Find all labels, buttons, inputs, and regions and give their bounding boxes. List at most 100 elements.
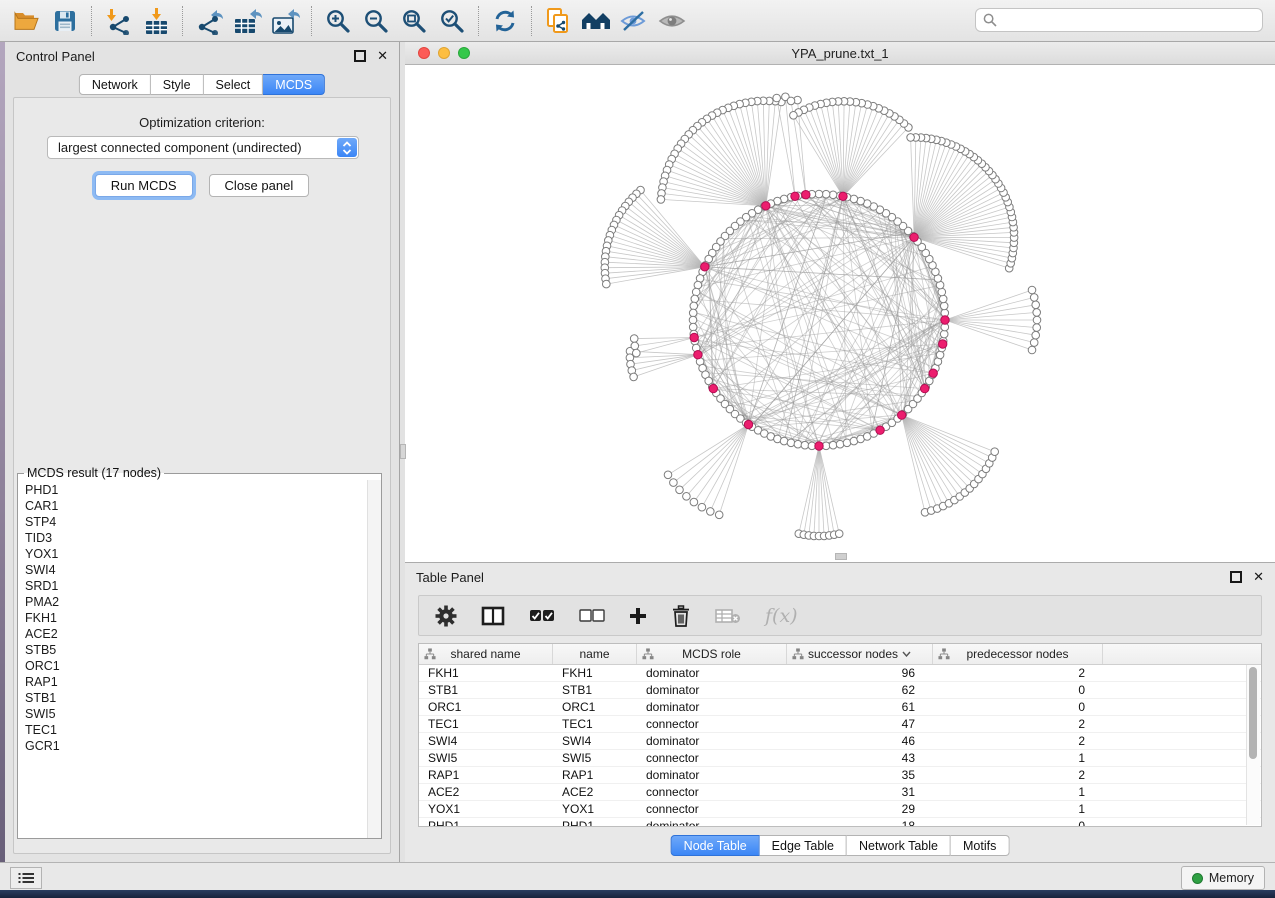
table-cell[interactable]: connector xyxy=(637,801,787,817)
table-cell[interactable]: 35 xyxy=(787,767,933,783)
table-cell[interactable]: YOX1 xyxy=(419,801,553,817)
table-row[interactable]: PHD1PHD1dominator180 xyxy=(419,818,1261,827)
table-cell[interactable]: dominator xyxy=(637,767,787,783)
mcds-node[interactable] xyxy=(701,263,709,271)
mcds-node[interactable] xyxy=(815,442,823,450)
table-cell[interactable]: PHD1 xyxy=(553,818,637,827)
network-node[interactable] xyxy=(715,511,723,519)
table-cell[interactable]: ORC1 xyxy=(419,699,553,715)
network-node[interactable] xyxy=(1028,346,1036,354)
mcds-node[interactable] xyxy=(791,192,799,200)
table-cell[interactable]: STB1 xyxy=(419,682,553,698)
tab-style[interactable]: Style xyxy=(151,74,204,95)
run-mcds-button[interactable]: Run MCDS xyxy=(95,174,193,197)
table-row[interactable]: ORC1ORC1dominator610 xyxy=(419,699,1261,716)
network-node[interactable] xyxy=(822,190,830,198)
table-cell[interactable]: dominator xyxy=(637,818,787,827)
network-node[interactable] xyxy=(694,281,702,289)
table-cell[interactable]: RAP1 xyxy=(419,767,553,783)
table-cell[interactable]: 0 xyxy=(933,682,1103,698)
column-header-shared-name[interactable]: shared name xyxy=(419,644,553,664)
table-cell[interactable]: 18 xyxy=(787,818,933,827)
select-all-columns-button[interactable] xyxy=(529,601,555,631)
mcds-node[interactable] xyxy=(709,384,717,392)
column-header-name[interactable]: name xyxy=(553,644,637,664)
column-header-predecessor-nodes[interactable]: predecessor nodes xyxy=(933,644,1103,664)
network-node[interactable] xyxy=(1032,331,1040,339)
network-node[interactable] xyxy=(1030,294,1038,302)
table-cell[interactable]: 0 xyxy=(933,699,1103,715)
network-node[interactable] xyxy=(683,493,691,501)
network-node[interactable] xyxy=(670,479,678,487)
import-table-button[interactable] xyxy=(137,4,175,38)
zoom-out-button[interactable] xyxy=(357,4,395,38)
network-node[interactable] xyxy=(630,373,638,381)
unselect-all-columns-button[interactable] xyxy=(579,601,605,631)
network-canvas[interactable] xyxy=(405,65,1275,562)
tab-network[interactable]: Network xyxy=(79,74,151,95)
mcds-node[interactable] xyxy=(762,202,770,210)
table-cell[interactable]: connector xyxy=(637,716,787,732)
export-table-button[interactable] xyxy=(228,4,266,38)
table-row[interactable]: SWI4SWI4dominator462 xyxy=(419,733,1261,750)
tab-edge-table[interactable]: Edge Table xyxy=(760,835,847,856)
close-panel-icon[interactable]: ✕ xyxy=(377,51,388,61)
mcds-result-item[interactable]: TEC1 xyxy=(18,722,368,738)
table-cell[interactable]: 29 xyxy=(787,801,933,817)
table-cell[interactable]: 2 xyxy=(933,716,1103,732)
mcds-result-item[interactable]: PMA2 xyxy=(18,594,368,610)
table-scrollbar[interactable] xyxy=(1246,665,1260,825)
mcds-node[interactable] xyxy=(941,316,949,324)
mcds-result-item[interactable]: CAR1 xyxy=(18,498,368,514)
hide-selected-button[interactable] xyxy=(615,4,653,38)
table-row[interactable]: STB1STB1dominator620 xyxy=(419,682,1261,699)
mcds-result-item[interactable]: GCR1 xyxy=(18,738,368,754)
table-cell[interactable]: 2 xyxy=(933,733,1103,749)
network-node[interactable] xyxy=(698,503,706,511)
close-panel-icon[interactable]: ✕ xyxy=(1253,572,1264,582)
network-node[interactable] xyxy=(1032,301,1040,309)
network-node[interactable] xyxy=(657,196,665,204)
mcds-result-item[interactable]: ACE2 xyxy=(18,626,368,642)
table-cell[interactable]: TEC1 xyxy=(419,716,553,732)
network-node[interactable] xyxy=(689,309,697,317)
network-node[interactable] xyxy=(690,302,698,310)
mcds-node[interactable] xyxy=(694,351,702,359)
network-node[interactable] xyxy=(1033,316,1041,324)
open-file-button[interactable] xyxy=(8,4,46,38)
network-node[interactable] xyxy=(1028,286,1036,294)
network-node[interactable] xyxy=(630,335,638,343)
network-node[interactable] xyxy=(692,288,700,296)
network-node[interactable] xyxy=(787,439,795,447)
table-options-button[interactable] xyxy=(435,601,457,631)
table-cell[interactable]: dominator xyxy=(637,733,787,749)
table-cell[interactable]: dominator xyxy=(637,682,787,698)
mcds-result-item[interactable]: STB1 xyxy=(18,690,368,706)
zoom-selected-button[interactable] xyxy=(433,4,471,38)
table-cell[interactable]: FKH1 xyxy=(419,665,553,681)
network-node[interactable] xyxy=(843,439,851,447)
table-cell[interactable]: ACE2 xyxy=(419,784,553,800)
float-panel-icon[interactable] xyxy=(1230,571,1242,583)
network-node[interactable] xyxy=(936,351,944,359)
delete-columns-button[interactable] xyxy=(671,601,691,631)
network-node[interactable] xyxy=(633,349,641,357)
network-node[interactable] xyxy=(829,191,837,199)
create-column-button[interactable] xyxy=(629,601,647,631)
mcds-result-item[interactable]: SRD1 xyxy=(18,578,368,594)
save-session-button[interactable] xyxy=(46,4,84,38)
panel-splitter-handle[interactable] xyxy=(400,444,406,459)
table-cell[interactable]: 31 xyxy=(787,784,933,800)
mcds-result-item[interactable]: FKH1 xyxy=(18,610,368,626)
table-cell[interactable]: dominator xyxy=(637,699,787,715)
mcds-node[interactable] xyxy=(744,420,752,428)
table-cell[interactable]: 62 xyxy=(787,682,933,698)
mcds-node[interactable] xyxy=(898,411,906,419)
close-panel-button[interactable]: Close panel xyxy=(209,174,310,197)
table-cell[interactable]: STB1 xyxy=(553,682,637,698)
network-node[interactable] xyxy=(1030,339,1038,347)
mcds-result-scrollbar[interactable] xyxy=(367,480,381,838)
network-node[interactable] xyxy=(939,295,947,303)
network-node[interactable] xyxy=(773,94,781,102)
network-node[interactable] xyxy=(690,498,698,506)
